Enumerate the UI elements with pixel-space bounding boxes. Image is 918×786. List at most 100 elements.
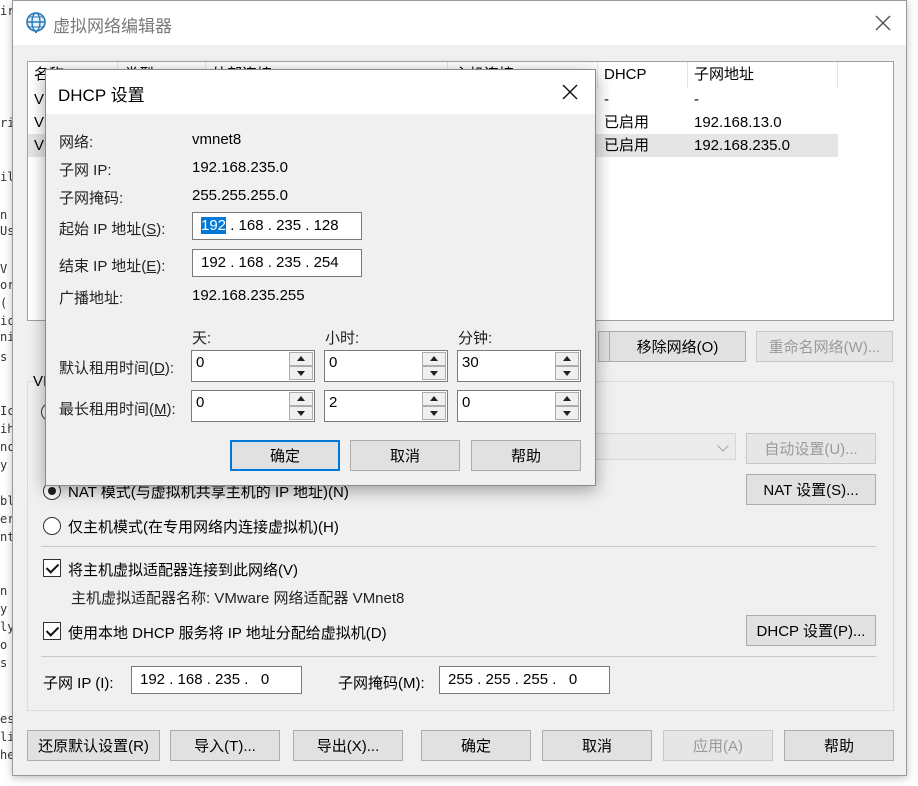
broadcast-label: 广播地址: (59, 290, 124, 307)
dhcp-settings-button[interactable]: DHCP 设置(P)... (746, 615, 876, 646)
spin-up-icon[interactable] (555, 352, 579, 366)
network-label: 网络: (59, 134, 94, 151)
subnet-mask-input[interactable]: 255 . 255 . 255 . 0 (439, 666, 610, 694)
bg-fragment: nc (0, 440, 12, 454)
column-header-subnet[interactable]: 子网地址 (688, 62, 838, 88)
subnet-mask-label: 子网掩码(M): (338, 675, 425, 692)
subnet-mask-value: 255.255.255.0 (192, 187, 288, 204)
bg-fragment: nt (0, 530, 12, 544)
end-ip-input[interactable]: 192 . 168 . 235 . 254 (192, 249, 362, 277)
subnet-ip-label: 子网 IP (I): (43, 675, 114, 692)
bg-fragment: n (0, 584, 8, 598)
import-button[interactable]: 导入(T)... (170, 730, 280, 761)
start-ip-input[interactable]: 192 . 168 . 235 . 128 (192, 212, 362, 240)
bg-fragment: ih (0, 422, 12, 436)
max-lease-days-stepper[interactable]: 0 (191, 390, 315, 422)
max-lease-label: 最长租用时间(M): (59, 401, 176, 418)
host-only-label: 仅主机模式(在专用网络内连接虚拟机)(H) (68, 519, 339, 536)
cancel-button[interactable]: 取消 (542, 730, 652, 761)
dialog-help-button[interactable]: 帮助 (471, 440, 581, 471)
default-lease-hours-stepper[interactable]: 0 (324, 350, 448, 382)
spin-down-icon[interactable] (555, 366, 579, 380)
background-terminal: ir ri il n Us V or ( ic ni s Ic ih nc y … (0, 0, 12, 786)
hours-column-label: 小时: (325, 330, 360, 347)
close-icon[interactable] (871, 11, 895, 35)
title-bar: 虚拟网络编辑器 (13, 1, 906, 45)
remove-network-button[interactable]: 移除网络(O) (609, 331, 746, 362)
separator (41, 546, 876, 547)
connect-adapter-label: 将主机虚拟适配器连接到此网络(V) (68, 562, 298, 579)
bg-fragment: s (0, 656, 8, 670)
dhcp-settings-dialog: DHCP 设置 网络: vmnet8 子网 IP: 192.168.235.0 … (45, 69, 596, 486)
adapter-name-text: 主机虚拟适配器名称: VMware 网络适配器 VMnet8 (71, 590, 405, 607)
bg-fragment: ri (0, 116, 12, 130)
bridge-adapter-select[interactable] (593, 433, 736, 460)
spin-up-icon[interactable] (289, 392, 313, 406)
bg-fragment: V (0, 262, 8, 276)
max-lease-hours-stepper[interactable]: 2 (324, 390, 448, 422)
bg-fragment: bl (0, 494, 12, 508)
bg-fragment: Ic (0, 404, 12, 418)
close-icon[interactable] (558, 80, 582, 104)
bg-fragment: y (0, 602, 8, 616)
bg-fragment: ni (0, 330, 12, 344)
broadcast-value: 192.168.235.255 (192, 287, 305, 304)
bg-fragment: o (0, 638, 8, 652)
days-column-label: 天: (192, 330, 212, 347)
column-header-dhcp[interactable]: DHCP (598, 62, 688, 88)
use-dhcp-label: 使用本地 DHCP 服务将 IP 地址分配给虚拟机(D) (68, 625, 387, 642)
bg-fragment: he (0, 748, 12, 762)
ok-button[interactable]: 确定 (421, 730, 531, 761)
table-cell-subnet[interactable]: 192.168.235.0 (688, 134, 790, 157)
minutes-column-label: 分钟: (458, 330, 493, 347)
bg-fragment: y (0, 458, 8, 472)
use-dhcp-checkbox[interactable] (43, 622, 61, 640)
separator (41, 656, 876, 657)
spin-down-icon[interactable] (422, 366, 446, 380)
bg-fragment: s (0, 350, 8, 364)
spin-up-icon[interactable] (422, 392, 446, 406)
bg-fragment: ir (0, 4, 12, 18)
bg-fragment: ly (0, 620, 12, 634)
subnet-ip-label: 子网 IP: (59, 162, 112, 179)
table-cell-dhcp[interactable]: 已启用 (598, 111, 649, 134)
table-cell-dhcp[interactable]: 已启用 (598, 134, 649, 157)
restore-defaults-button[interactable]: 还原默认设置(R) (27, 730, 160, 761)
start-ip-label: 起始 IP 地址(S): (59, 221, 166, 238)
subnet-mask-label: 子网掩码: (59, 190, 124, 207)
network-value: vmnet8 (192, 131, 242, 148)
table-cell-subnet[interactable]: 192.168.13.0 (688, 111, 782, 134)
spin-up-icon[interactable] (289, 352, 313, 366)
spin-down-icon[interactable] (289, 406, 313, 420)
table-cell-subnet[interactable]: - (688, 88, 699, 111)
bg-fragment: ic (0, 314, 12, 328)
export-button[interactable]: 导出(X)... (293, 730, 403, 761)
spin-down-icon[interactable] (555, 406, 579, 420)
dialog-ok-button[interactable]: 确定 (230, 440, 340, 471)
bg-fragment: or (0, 278, 12, 292)
default-lease-minutes-stepper[interactable]: 30 (457, 350, 581, 382)
dialog-title-bar: DHCP 设置 (46, 70, 595, 114)
rename-network-button[interactable]: 重命名网络(W)... (756, 331, 893, 362)
host-only-radio[interactable] (43, 517, 61, 535)
bg-fragment: li (0, 730, 12, 744)
nat-settings-button[interactable]: NAT 设置(S)... (746, 474, 876, 505)
dialog-cancel-button[interactable]: 取消 (350, 440, 460, 471)
apply-button[interactable]: 应用(A) (663, 730, 773, 761)
globe-icon (26, 12, 46, 33)
spin-up-icon[interactable] (555, 392, 579, 406)
table-cell-dhcp[interactable]: - (598, 88, 609, 111)
spin-up-icon[interactable] (422, 352, 446, 366)
bg-fragment: es (0, 712, 12, 726)
bg-fragment: er (0, 512, 12, 526)
connect-adapter-checkbox[interactable] (43, 559, 61, 577)
help-button[interactable]: 帮助 (784, 730, 894, 761)
spin-down-icon[interactable] (289, 366, 313, 380)
auto-settings-button[interactable]: 自动设置(U)... (746, 433, 876, 464)
default-lease-label: 默认租用时间(D): (59, 360, 175, 377)
default-lease-days-stepper[interactable]: 0 (191, 350, 315, 382)
max-lease-minutes-stepper[interactable]: 0 (457, 390, 581, 422)
bg-fragment: Us (0, 224, 12, 238)
spin-down-icon[interactable] (422, 406, 446, 420)
subnet-ip-input[interactable]: 192 . 168 . 235 . 0 (131, 666, 302, 694)
